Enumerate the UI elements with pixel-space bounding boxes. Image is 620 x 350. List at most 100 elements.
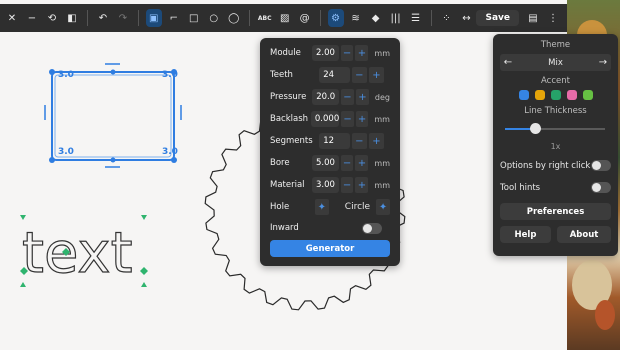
close-icon[interactable]: ✕	[4, 9, 20, 27]
circle-tool-icon[interactable]: ◯	[226, 9, 242, 27]
accent-swatch[interactable]	[518, 90, 529, 100]
minus-icon[interactable]: −	[341, 111, 354, 127]
redo-icon[interactable]: ↷	[115, 9, 131, 27]
gear-parameters-panel: Module 2.00 − + mm Teeth 24 − + Pressure…	[260, 38, 400, 266]
module-field[interactable]: 2.00	[311, 45, 339, 61]
toolbar-separator	[248, 10, 250, 26]
plus-icon[interactable]: +	[355, 177, 369, 193]
accent-swatch[interactable]	[550, 90, 561, 100]
handle-marker	[20, 215, 26, 220]
param-row-module: Module 2.00 − + mm	[270, 44, 390, 62]
tool-hints-row: Tool hints	[500, 182, 611, 193]
param-label: Pressure	[270, 92, 307, 102]
segments-field[interactable]: 12	[319, 133, 350, 149]
path-tool-icon[interactable]: ⌐	[166, 9, 182, 27]
param-row-segments: Segments 12 − +	[270, 132, 390, 150]
plus-icon[interactable]: +	[355, 89, 369, 105]
param-row-material: Material 3.00 − + mm	[270, 176, 390, 194]
barcode-tool-icon[interactable]: |||	[388, 9, 404, 27]
hole-label: Hole	[270, 202, 290, 212]
save-button[interactable]: Save	[476, 10, 519, 26]
accent-swatch[interactable]	[582, 90, 593, 100]
about-button[interactable]: About	[557, 226, 611, 243]
plus-icon[interactable]: +	[355, 45, 369, 61]
sidebar-icon[interactable]: ◧	[64, 9, 80, 27]
corner-radius-label: 3.0	[58, 147, 74, 157]
unit-label: mm	[374, 158, 390, 168]
export-icon[interactable]: ▤	[525, 9, 541, 27]
help-button[interactable]: Help	[500, 226, 551, 243]
plus-icon[interactable]: +	[355, 155, 369, 171]
accent-swatch[interactable]	[566, 90, 577, 100]
theme-heading: Theme	[540, 40, 571, 50]
backlash-field[interactable]: 0.000	[310, 111, 340, 127]
circle-shape-icon[interactable]: ✦	[376, 199, 390, 215]
hole-shape-icon[interactable]: ✦	[314, 199, 329, 215]
right-click-option-row: Options by right click	[500, 160, 611, 171]
line-thickness-track[interactable]	[505, 123, 605, 134]
arrow-left-icon[interactable]: ←	[500, 57, 516, 68]
param-label: Segments	[270, 136, 313, 146]
preferences-button[interactable]: Preferences	[500, 203, 611, 220]
param-row-bore: Bore 5.00 − + mm	[270, 154, 390, 172]
minus-icon[interactable]: −	[340, 155, 354, 171]
undo-icon[interactable]: ↶	[95, 9, 111, 27]
line-thickness-knob[interactable]	[530, 123, 541, 134]
minus-icon[interactable]: −	[351, 133, 367, 149]
generator-button[interactable]: Generator	[270, 240, 390, 257]
ellipse-tool-icon[interactable]: ○	[206, 9, 222, 27]
text-object: text	[22, 221, 133, 286]
param-label: Bore	[270, 158, 290, 168]
toolbar-separator	[137, 10, 139, 26]
arrows-icon[interactable]: ↔	[458, 9, 474, 27]
unit-label: mm	[374, 48, 390, 58]
toolbar-separator	[319, 10, 321, 26]
menu-icon[interactable]: ⋮	[545, 9, 561, 27]
plus-icon[interactable]: +	[368, 133, 384, 149]
main-toolbar: ✕ − ⟲ ◧ ↶ ↷ ▣ ⌐ □ ○ ◯ ABC ▨ @ ⚙ ≋ ◆ ||| …	[0, 4, 567, 32]
handle-marker	[140, 267, 148, 275]
material-field[interactable]: 3.00	[311, 177, 339, 193]
plus-icon[interactable]: +	[368, 67, 384, 83]
teeth-field[interactable]: 24	[319, 67, 350, 83]
reset-icon[interactable]: ⟲	[44, 9, 60, 27]
param-row-pressure: Pressure 20.0 − + deg	[270, 88, 390, 106]
tool-hints-toggle[interactable]	[591, 182, 611, 193]
right-click-toggle[interactable]	[591, 160, 611, 171]
corner-radius-label: 3.0	[58, 70, 74, 80]
select-tool-icon[interactable]: ▣	[145, 9, 162, 27]
unit-label: mm	[374, 114, 390, 124]
param-row-backlash: Backlash 0.000 − + mm	[270, 110, 390, 128]
settings-menu: Theme ← Mix → Accent Line Thickness 1x O…	[493, 34, 618, 256]
bore-field[interactable]: 5.00	[311, 155, 339, 171]
handle-marker	[141, 215, 147, 220]
image-tool-icon[interactable]: ▨	[277, 9, 293, 27]
minus-icon[interactable]: −	[340, 177, 354, 193]
line-thickness-heading: Line Thickness	[524, 106, 587, 116]
grid-icon[interactable]: ⁘	[438, 9, 454, 27]
list-tool-icon[interactable]: ☰	[408, 9, 424, 27]
gear-tool-icon[interactable]: ⚙	[327, 9, 344, 27]
signal-tool-icon[interactable]: ≋	[348, 9, 364, 27]
rectangle-tool-icon[interactable]: □	[186, 9, 202, 27]
minus-icon[interactable]: −	[340, 89, 354, 105]
inward-row: Inward	[270, 219, 390, 237]
param-label: Teeth	[270, 70, 293, 80]
edge-handle	[110, 157, 116, 163]
accent-swatch[interactable]	[534, 90, 545, 100]
inward-toggle[interactable]	[362, 222, 382, 234]
arrow-right-icon[interactable]: →	[595, 57, 611, 68]
spiral-tool-icon[interactable]: @	[297, 9, 313, 27]
unit-label: deg	[374, 92, 390, 102]
minus-icon[interactable]: −	[351, 67, 367, 83]
minimize-icon[interactable]: −	[24, 9, 40, 27]
pressure-field[interactable]: 20.0	[312, 89, 339, 105]
unit-label: mm	[374, 180, 390, 190]
param-label: Module	[270, 48, 301, 58]
param-label: Material	[270, 180, 305, 190]
hole-row: Hole ✦ Circle ✦	[270, 198, 390, 216]
text-tool-icon[interactable]: ABC	[257, 9, 273, 27]
shield-tool-icon[interactable]: ◆	[368, 9, 384, 27]
plus-icon[interactable]: +	[355, 111, 369, 127]
minus-icon[interactable]: −	[340, 45, 354, 61]
